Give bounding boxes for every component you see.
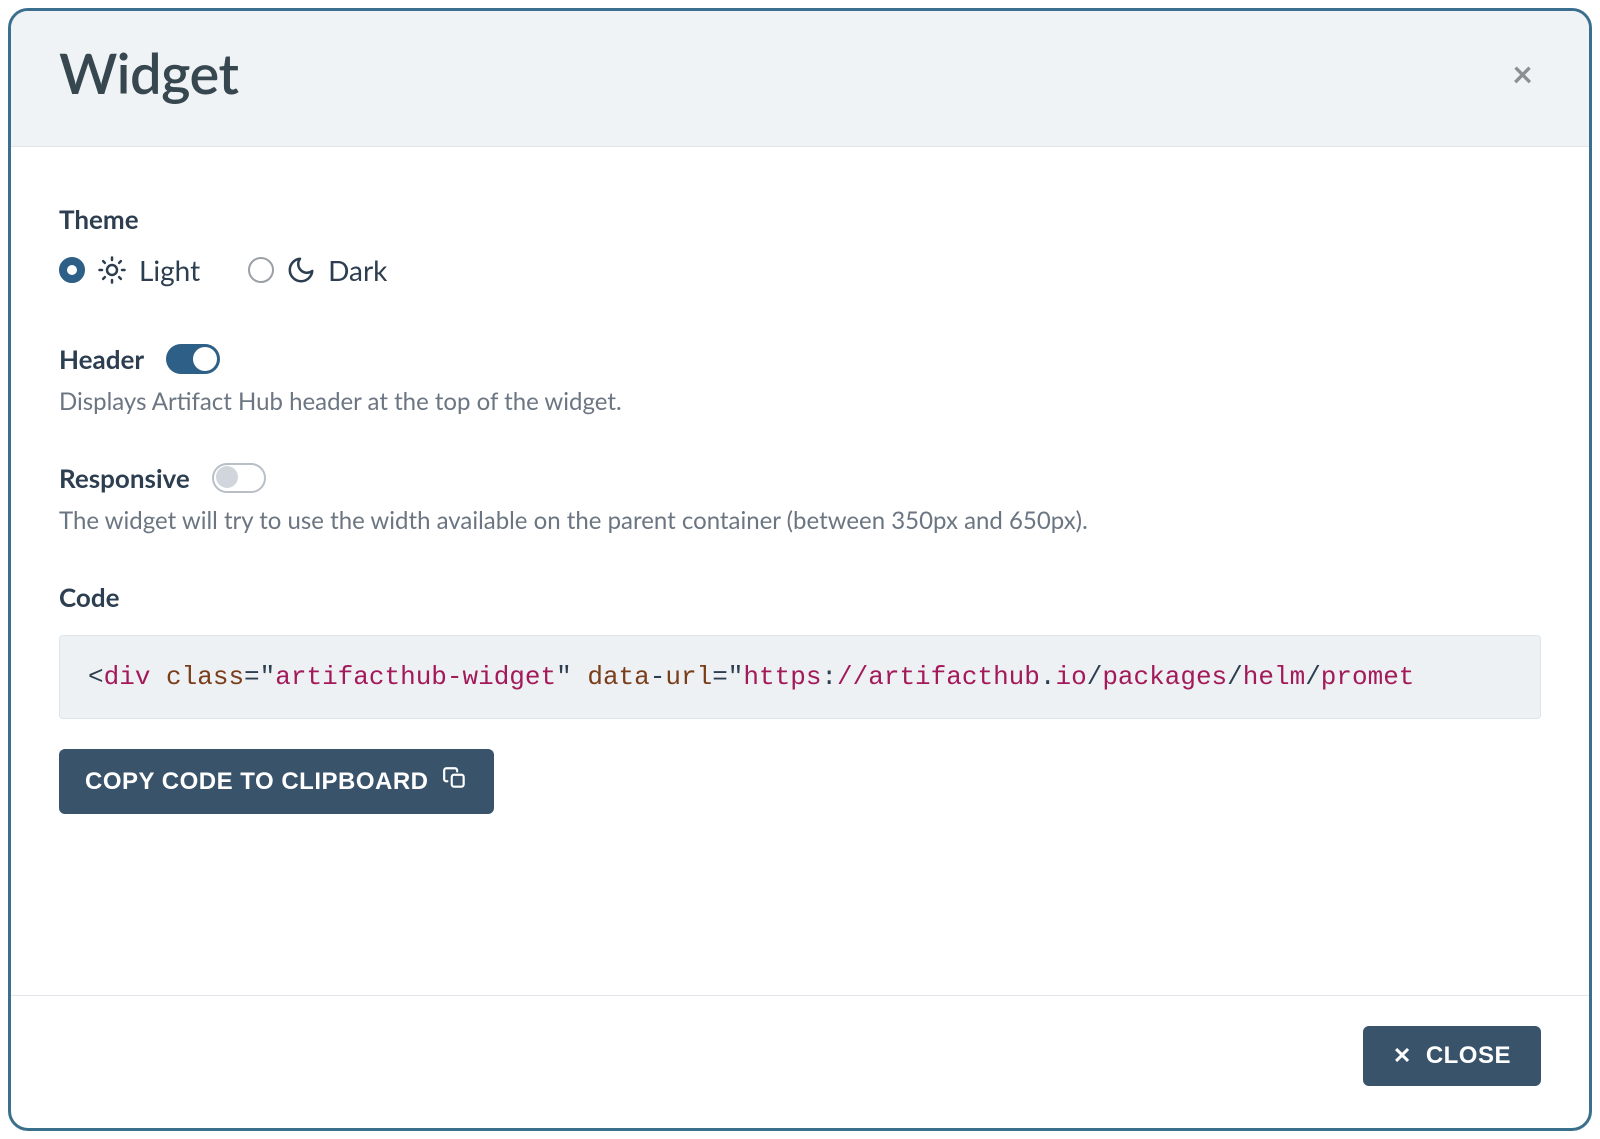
responsive-label: Responsive: [59, 462, 190, 494]
code-token: promet: [1321, 662, 1415, 692]
responsive-help-text: The widget will try to use the width ava…: [59, 506, 1541, 535]
theme-option-dark[interactable]: Dark: [248, 253, 387, 287]
code-token: :: [821, 662, 837, 692]
code-token: .: [1040, 662, 1056, 692]
theme-light-label: Light: [139, 253, 200, 287]
code-token: data: [587, 662, 649, 692]
modal-title: Widget: [59, 39, 238, 106]
close-button[interactable]: ✕ CLOSE: [1363, 1026, 1541, 1086]
code-block[interactable]: <div class="artifacthub-widget" data-url…: [59, 635, 1541, 719]
responsive-row: Responsive: [59, 462, 1541, 494]
sun-icon: [97, 255, 127, 285]
close-icon[interactable]: ×: [1504, 51, 1541, 95]
code-token: <: [88, 662, 104, 692]
code-token: /: [1227, 662, 1243, 692]
theme-option-light[interactable]: Light: [59, 253, 200, 287]
modal-body: Theme Light: [11, 147, 1589, 995]
copy-code-button[interactable]: COPY CODE TO CLIPBOARD: [59, 749, 494, 814]
theme-dark-label: Dark: [328, 253, 387, 287]
moon-icon: [286, 255, 316, 285]
code-token: ": [556, 662, 572, 692]
radio-dark[interactable]: [248, 257, 274, 283]
code-token: https: [743, 662, 821, 692]
theme-options: Light Dark: [59, 253, 1541, 287]
code-token: /: [1305, 662, 1321, 692]
code-token: div: [104, 662, 151, 692]
code-token: [150, 662, 166, 692]
responsive-toggle[interactable]: [212, 463, 266, 493]
code-token: helm: [1243, 662, 1305, 692]
copy-code-label: COPY CODE TO CLIPBOARD: [85, 768, 428, 796]
code-token: =": [244, 662, 275, 692]
code-token: -: [650, 662, 666, 692]
code-token: packages: [1102, 662, 1227, 692]
close-x-icon: ✕: [1393, 1045, 1412, 1067]
code-token: artifacthub-widget: [275, 662, 556, 692]
modal-footer: ✕ CLOSE: [11, 995, 1589, 1128]
copy-icon: [442, 765, 468, 798]
code-token: [572, 662, 588, 692]
code-token: /: [1087, 662, 1103, 692]
header-label: Header: [59, 343, 144, 375]
code-token: artifacthub: [868, 662, 1040, 692]
header-row: Header: [59, 343, 1541, 375]
header-toggle[interactable]: [166, 344, 220, 374]
code-label: Code: [59, 581, 1541, 613]
close-button-label: CLOSE: [1426, 1042, 1511, 1070]
header-help-text: Displays Artifact Hub header at the top …: [59, 387, 1541, 416]
code-token: //: [837, 662, 868, 692]
theme-label: Theme: [59, 203, 1541, 235]
code-token: io: [1056, 662, 1087, 692]
code-token: url: [665, 662, 712, 692]
modal-header: Widget ×: [11, 11, 1589, 147]
code-token: =": [712, 662, 743, 692]
radio-light[interactable]: [59, 257, 85, 283]
code-token: class: [166, 662, 244, 692]
widget-modal: Widget × Theme: [8, 8, 1592, 1131]
